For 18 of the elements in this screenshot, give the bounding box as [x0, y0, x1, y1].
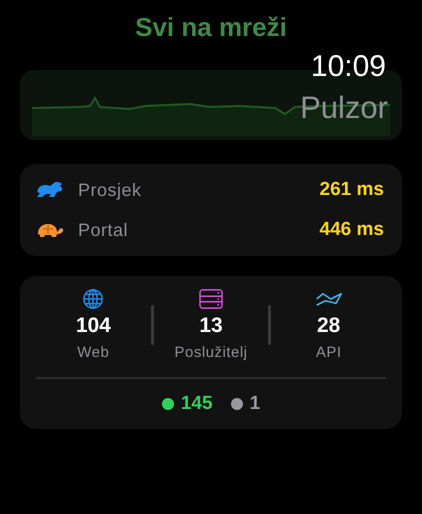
category-label: Poslužitelj [174, 344, 248, 361]
app-name: Pulzor [300, 90, 388, 126]
count-value: 13 [199, 314, 223, 338]
status-count: 1 [250, 393, 260, 415]
latency-value: 261 ms [320, 179, 384, 201]
category-label: API [316, 344, 342, 361]
metric-label: Prosjek [78, 180, 143, 200]
clock-time: 10:09 [310, 50, 386, 84]
status-count: 145 [180, 393, 213, 415]
category-label: Web [77, 344, 110, 361]
server-icon [197, 288, 225, 310]
metric-label: Portal [78, 220, 130, 240]
turtle-icon [36, 221, 64, 239]
count-value: 104 [76, 314, 111, 338]
latency-value: 446 ms [320, 219, 384, 241]
rabbit-icon [36, 181, 64, 199]
count-value: 28 [317, 314, 340, 338]
screen-title: Svi na mreži [134, 11, 288, 44]
